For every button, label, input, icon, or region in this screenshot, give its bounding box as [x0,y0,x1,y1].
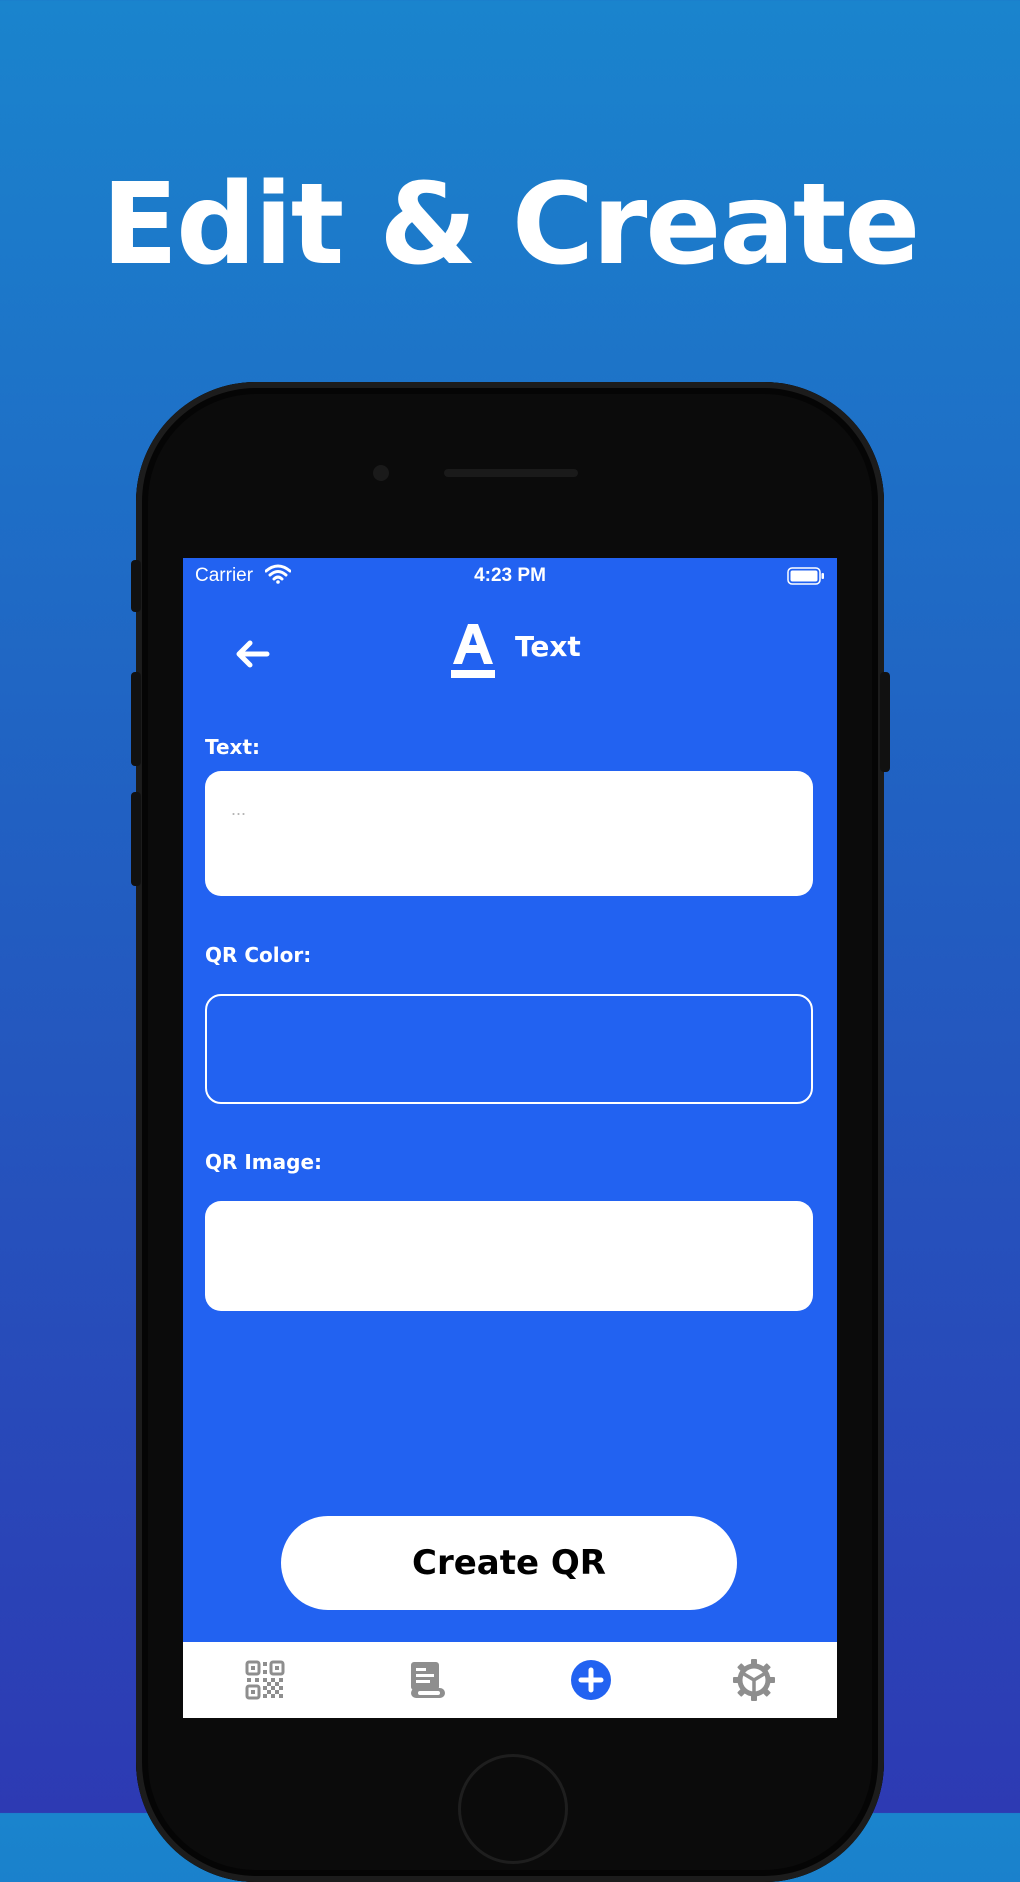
volume-up-button [131,672,141,766]
create-qr-button[interactable]: Create QR [281,1516,737,1610]
text-input[interactable] [205,771,813,896]
volume-down-button [131,792,141,886]
arrow-left-icon [236,640,270,668]
back-button[interactable] [231,632,275,676]
tab-create[interactable] [509,1642,672,1718]
earpiece-speaker [444,469,578,477]
tab-scan[interactable] [183,1642,346,1718]
headline: Edit & Create [101,160,921,290]
qr-color-picker[interactable] [205,994,813,1104]
qr-image-label: QR Image: [205,1150,323,1174]
history-scroll-icon [410,1662,445,1698]
battery-icon [787,567,824,585]
qr-color-label: QR Color: [205,943,312,967]
front-camera [373,465,389,481]
tab-bar [183,1642,837,1718]
status-time: 4:23 PM [474,565,546,586]
text-field[interactable] [205,771,813,896]
mute-switch [131,560,141,612]
home-button [458,1754,568,1864]
app-screen: Carrier 4:23 PM Text Text: QR Color: QR … [183,558,837,1718]
text-label: Text: [205,735,261,759]
add-circle-icon [570,1660,611,1700]
tab-settings[interactable] [672,1642,835,1718]
qr-image-picker[interactable] [205,1201,813,1311]
qr-code-icon [245,1660,284,1700]
status-bar: Carrier 4:23 PM [183,558,837,592]
tab-history[interactable] [346,1642,509,1718]
power-button [880,672,890,772]
settings-gear-icon [732,1659,775,1701]
nav-title: Text [515,630,581,663]
text-format-icon [451,624,495,678]
